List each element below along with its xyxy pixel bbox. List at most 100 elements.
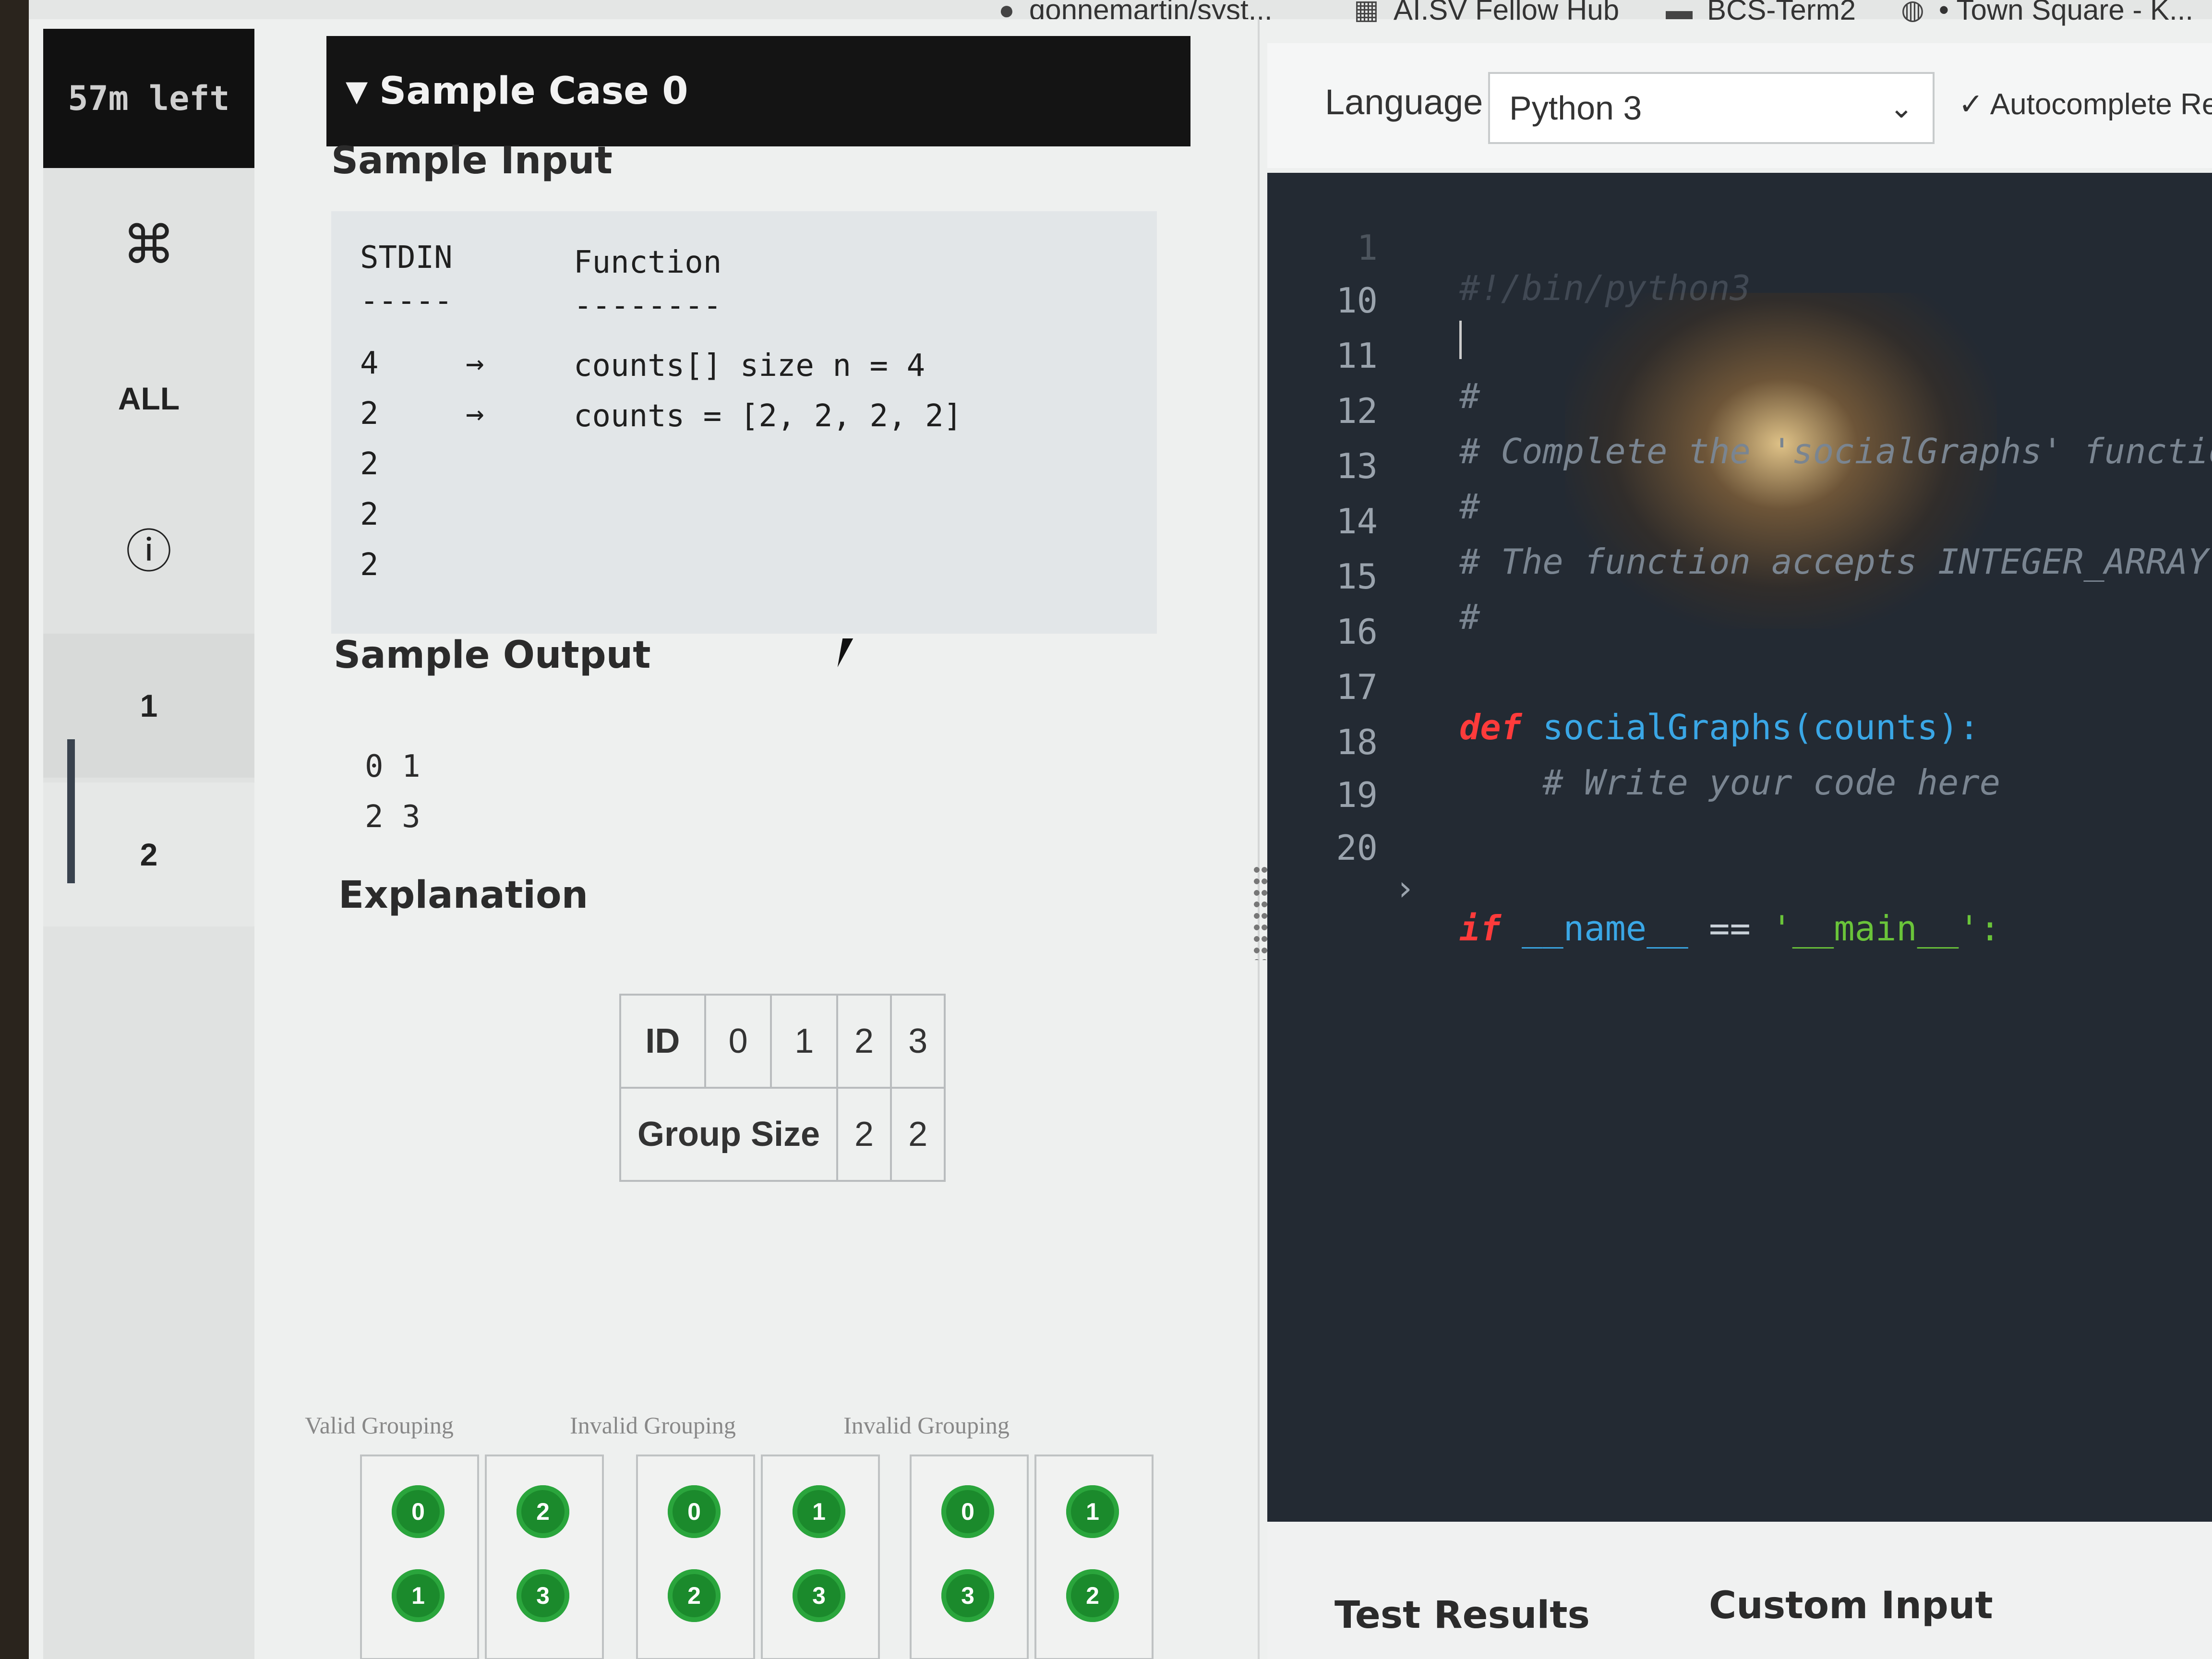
arrow-icon: → bbox=[466, 396, 484, 432]
node-circle: 0 bbox=[941, 1485, 994, 1538]
table-cell: 2 bbox=[890, 1087, 946, 1182]
node-circle: 0 bbox=[668, 1485, 721, 1538]
autocomplete-label: Autocomplete Re bbox=[1990, 88, 2212, 121]
left-nav: 57m left ⌘ ALL ⓘ 1 2 bbox=[43, 29, 254, 1659]
node-circle: 3 bbox=[941, 1569, 994, 1622]
group-box: 0 2 bbox=[636, 1455, 755, 1659]
bookmark-bcs-term2[interactable]: ▬ BCS-Term2 bbox=[1666, 0, 1856, 26]
sample-input-title: Sample Input bbox=[331, 139, 613, 182]
keyword: if bbox=[1459, 908, 1522, 949]
line-number: 20 bbox=[1336, 828, 1378, 868]
language-value: Python 3 bbox=[1509, 89, 1642, 127]
fold-chevron-icon[interactable]: › bbox=[1395, 868, 1415, 908]
grouping-label: Invalid Grouping bbox=[570, 1412, 736, 1439]
code-line: 10 bbox=[1267, 240, 2212, 359]
panel-divider bbox=[1258, 19, 1260, 1659]
code-line: 19 bbox=[1267, 734, 2212, 815]
table-row: ID 0 1 2 3 bbox=[619, 994, 946, 1089]
table-cell: ID bbox=[619, 994, 706, 1089]
timer: 57m left bbox=[43, 29, 254, 168]
code-line: 20 › if __name__ == '__main__': bbox=[1267, 787, 2212, 949]
sample-output-title: Sample Output bbox=[334, 634, 651, 677]
table-cell: 3 bbox=[890, 994, 946, 1089]
code-line: 16 bbox=[1267, 571, 2212, 652]
code-line: 14 # The function accepts INTEGER_ARRAY … bbox=[1267, 461, 2212, 582]
node-circle: 1 bbox=[392, 1569, 445, 1622]
output-line: 2 3 bbox=[365, 799, 421, 835]
string-literal: '__main__': bbox=[1771, 908, 2001, 949]
node-circle: 2 bbox=[517, 1485, 569, 1538]
code-line: 11 # bbox=[1267, 295, 2212, 416]
active-question-indicator bbox=[67, 739, 75, 883]
operator: == bbox=[1688, 908, 1772, 949]
chevron-down-icon: ⌄ bbox=[1889, 92, 1913, 124]
code-line: 17 def socialGraphs(counts): bbox=[1267, 626, 2212, 747]
bookmarks-bar: ● gonnemartin/syst... ▦ AI.SV Fellow Hub… bbox=[29, 0, 2212, 26]
sample-case-header[interactable]: ▼ Sample Case 0 bbox=[326, 36, 1190, 146]
bookmark-town-square[interactable]: ◍ • Town Square - K... bbox=[1901, 0, 2193, 26]
nav-all[interactable]: ALL bbox=[43, 326, 254, 470]
check-circle-icon: ✓ bbox=[1959, 88, 1990, 121]
sample-input-box: STDIN Function ----- -------- 4 → counts… bbox=[331, 211, 1157, 634]
grid-icon: ▦ bbox=[1354, 0, 1379, 24]
table-cell: Group Size bbox=[619, 1087, 839, 1182]
table-cell: 2 bbox=[836, 994, 892, 1089]
shortcut-icon[interactable]: ⌘ bbox=[43, 173, 254, 317]
group-box: 0 3 bbox=[910, 1455, 1029, 1659]
bookmark-github[interactable]: ● gonnemartin/syst... bbox=[998, 0, 1273, 26]
screen: ● gonnemartin/syst... ▦ AI.SV Fellow Hub… bbox=[29, 0, 2212, 1659]
stdin-value: 2 bbox=[360, 497, 379, 532]
bookmark-label: • Town Square - K... bbox=[1938, 0, 2194, 26]
nav-question-1[interactable]: 1 bbox=[43, 634, 254, 778]
table-cell: 2 bbox=[836, 1087, 892, 1182]
node-circle: 1 bbox=[1066, 1485, 1119, 1538]
stdin-value: 2 bbox=[360, 446, 379, 482]
table-cell: 1 bbox=[770, 994, 839, 1089]
stdin-underline: ----- bbox=[360, 283, 453, 319]
code-line: 12 # Complete the 'socialGraphs' functio… bbox=[1267, 350, 2212, 471]
node-circle: 3 bbox=[517, 1569, 569, 1622]
function-header: Function bbox=[574, 245, 722, 280]
grouping-label: Valid Grouping bbox=[305, 1412, 454, 1439]
node-circle: 2 bbox=[1066, 1569, 1119, 1622]
problem-panel: ▼ Sample Case 0 Sample Input STDIN Funct… bbox=[264, 19, 1248, 1659]
function-underline: -------- bbox=[574, 288, 722, 324]
arrow-icon: → bbox=[466, 346, 484, 381]
group-box: 1 2 bbox=[1034, 1455, 1154, 1659]
grouping-label: Invalid Grouping bbox=[843, 1412, 1010, 1439]
stdin-value: 2 bbox=[360, 547, 379, 583]
autocomplete-toggle[interactable]: ✓ Autocomplete Re bbox=[1959, 86, 2212, 121]
info-icon[interactable]: ⓘ bbox=[43, 475, 254, 619]
table-row: Group Size 2 2 bbox=[619, 1087, 946, 1182]
bookmark-label: BCS-Term2 bbox=[1707, 0, 1856, 26]
bookmark-label: AI.SV Fellow Hub bbox=[1393, 0, 1620, 26]
stdin-value: 4 bbox=[360, 346, 379, 381]
node-circle: 2 bbox=[668, 1569, 721, 1622]
explanation-title: Explanation bbox=[338, 874, 589, 917]
function-text: counts[] size n = 4 bbox=[574, 348, 926, 384]
case-title: Sample Case 0 bbox=[379, 70, 688, 113]
globe-icon: ◍ bbox=[1901, 0, 1924, 24]
group-box: 1 3 bbox=[761, 1455, 880, 1659]
language-label: Language bbox=[1325, 82, 1483, 122]
node-circle: 3 bbox=[793, 1569, 845, 1622]
table-cell: 0 bbox=[704, 994, 772, 1089]
language-select[interactable]: Python 3 ⌄ bbox=[1488, 72, 1935, 144]
group-box: 2 3 bbox=[485, 1455, 604, 1659]
nav-question-2[interactable]: 2 bbox=[43, 782, 254, 926]
tab-custom-input[interactable]: Custom Input bbox=[1709, 1584, 1993, 1627]
code-line: 13 # bbox=[1267, 406, 2212, 527]
function-text: counts = [2, 2, 2, 2] bbox=[574, 398, 962, 434]
bottom-tabs: Test Results Custom Input bbox=[1267, 1522, 2212, 1659]
output-line: 0 1 bbox=[365, 749, 421, 784]
id-group-table: ID 0 1 2 3 Group Size 2 2 bbox=[619, 994, 946, 1182]
code-editor[interactable]: 1 #!/bin/python3 10 11 # 12 # Complete t… bbox=[1267, 173, 2212, 1522]
code-line: 1 #!/bin/python3 bbox=[1267, 187, 2212, 308]
stdin-value: 2 bbox=[360, 396, 379, 432]
tab-test-results[interactable]: Test Results bbox=[1334, 1594, 1590, 1637]
dunder-name: __name__ bbox=[1522, 908, 1688, 949]
node-circle: 0 bbox=[392, 1485, 445, 1538]
bookmark-fellow-hub[interactable]: ▦ AI.SV Fellow Hub bbox=[1354, 0, 1619, 26]
editor-toolbar: Language Python 3 ⌄ ✓ Autocomplete Re bbox=[1267, 43, 2212, 168]
code-line: 15 # bbox=[1267, 516, 2212, 637]
